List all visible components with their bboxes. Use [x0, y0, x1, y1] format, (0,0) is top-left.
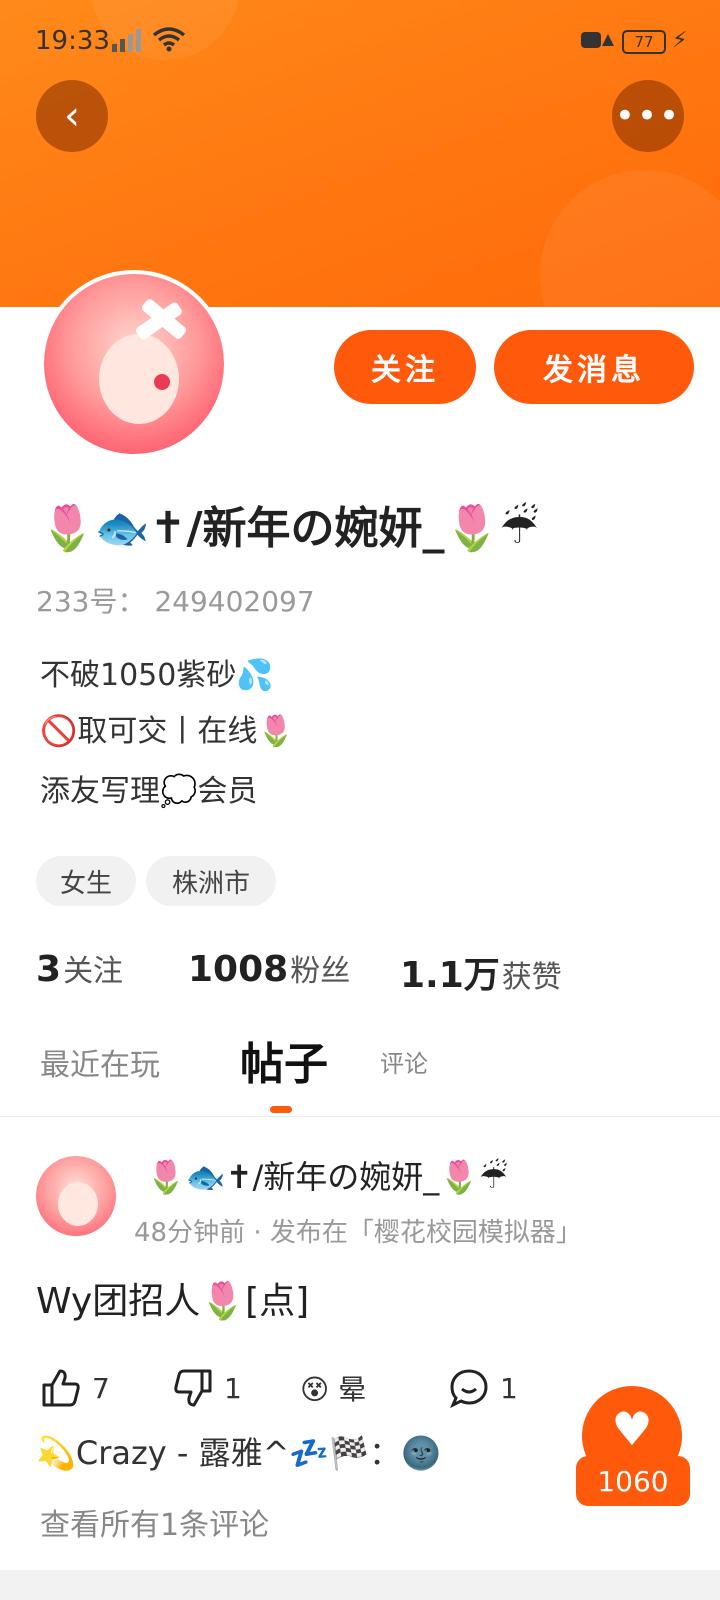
tab-posts[interactable]: 帖子 [240, 1028, 328, 1092]
more-icon: ••• [614, 96, 682, 136]
gender-tag: 女生 [36, 856, 136, 906]
game-mode-icon [580, 28, 616, 59]
post-author-avatar[interactable] [36, 1156, 116, 1236]
stat-value: 1008 [188, 949, 289, 990]
tab-comments[interactable]: 评论 [380, 1044, 428, 1079]
comment-button[interactable]: 1 [448, 1366, 518, 1410]
comment-icon [450, 1369, 488, 1409]
stat-value: 1.1万 [400, 955, 500, 996]
bottom-divider [0, 1570, 720, 1600]
post-author-name[interactable]: 🌷🐟✝/新年の婉妍_🌷☔ [146, 1152, 508, 1198]
divider [0, 1116, 720, 1117]
comment-preview[interactable]: 💫Crazy - 露雅^💤🏁：🌚 [36, 1428, 441, 1474]
comment-count: 1 [500, 1371, 518, 1405]
stat-label: 粉丝 [290, 954, 351, 989]
stat-label: 获赞 [501, 960, 562, 995]
post-title[interactable]: Wy团招人🌷[点] [36, 1272, 309, 1324]
floating-like-count: 1060 [576, 1456, 690, 1506]
location-tag: 株洲市 [146, 856, 276, 906]
chevron-left-icon: ‹ [64, 93, 80, 139]
bio-line: 🚫取可交丨在线🌷 [40, 714, 295, 749]
profile-avatar[interactable] [40, 270, 228, 458]
dislike-button[interactable]: 1 [172, 1366, 242, 1410]
stat-following[interactable]: 3关注 [36, 946, 123, 990]
thumbs-down-icon [174, 1369, 212, 1407]
stat-likes-received: 1.1万获赞 [400, 946, 562, 998]
bio-line: 添友写理💭会员 [40, 774, 258, 809]
follow-button[interactable]: 关注 [334, 330, 476, 404]
active-tab-indicator [270, 1106, 292, 1113]
reaction-emoji: 😵 晕 [300, 1373, 367, 1406]
emoji-reaction-button[interactable]: 😵 晕 [300, 1366, 366, 1410]
stat-value: 3 [36, 949, 62, 990]
dislike-count: 1 [224, 1371, 242, 1405]
back-button[interactable]: ‹ [36, 80, 108, 152]
stat-label: 关注 [63, 954, 124, 989]
send-message-button[interactable]: 发消息 [494, 330, 694, 404]
signal-icon [110, 28, 144, 59]
tab-recently-played[interactable]: 最近在玩 [40, 1040, 160, 1084]
post-meta: 48分钟前 · 发布在「樱花校园模拟器」 [134, 1218, 582, 1248]
battery-icon: 77 [622, 30, 666, 54]
more-options-button[interactable]: ••• [612, 80, 684, 152]
like-count: 7 [92, 1371, 110, 1405]
status-bar: 19:33 77 ⚡ [0, 22, 720, 58]
wifi-icon [152, 26, 186, 59]
stat-followers[interactable]: 1008粉丝 [188, 946, 350, 990]
profile-nickname: 🌷🐟✝/新年の婉妍_🌷☔ [40, 503, 539, 554]
heart-icon: ♥ [611, 1402, 653, 1456]
status-time: 19:33 [35, 26, 110, 56]
thumbs-up-icon [42, 1369, 80, 1407]
profile-stats: 3关注 1008粉丝 1.1万获赞 [0, 946, 720, 996]
user-id: 233号： 249402097 [36, 585, 315, 618]
view-all-comments-link[interactable]: 查看所有1条评论 [40, 1500, 269, 1544]
like-button[interactable]: 7 [40, 1366, 110, 1410]
bio-line: 不破1050紫砂💦 [40, 658, 274, 693]
charging-icon: ⚡ [672, 28, 688, 53]
